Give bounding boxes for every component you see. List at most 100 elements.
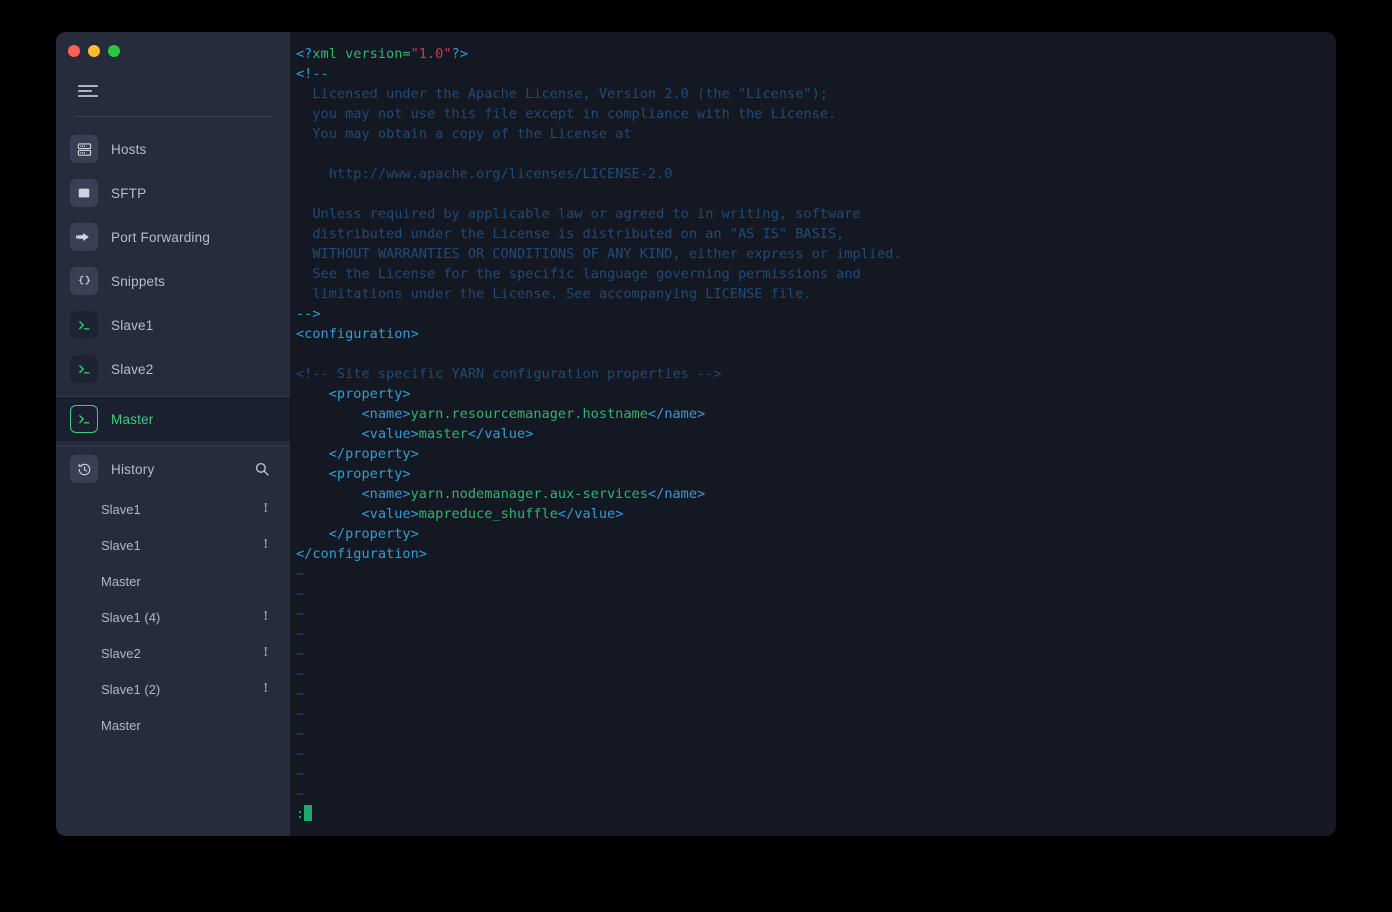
vim-empty-line-marker: ~ [294, 644, 1336, 664]
sidebar-item-label: Hosts [111, 141, 147, 157]
hamburger-menu-icon[interactable] [78, 84, 100, 98]
history-item-label: Slave1 (4) [101, 609, 161, 625]
terminal-line: </property> [294, 524, 1336, 544]
tilde-icon: ~ [296, 686, 305, 702]
status-badge: ! [263, 501, 268, 516]
code-token: </value> [557, 506, 624, 522]
maximize-window-button[interactable] [108, 45, 120, 57]
terminal-line: <name>yarn.nodemanager.aux-services</nam… [294, 484, 1336, 504]
vim-empty-line-marker: ~ [294, 624, 1336, 644]
terminal-line: --> [294, 304, 1336, 324]
code-token: http://www.apache.org/licenses/LICENSE-2… [296, 166, 673, 182]
code-token: --> [296, 306, 321, 322]
list-item[interactable]: Slave2 ! [56, 635, 290, 671]
sidebar-item-slave2[interactable]: Slave2 [56, 347, 290, 391]
list-item[interactable]: Slave1 (2) ! [56, 671, 290, 707]
menu-button-row [56, 70, 290, 112]
code-token: See the License for the specific languag… [296, 266, 861, 282]
tilde-icon: ~ [296, 646, 305, 662]
code-token: <value> [296, 506, 419, 522]
sidebar-item-label: Slave2 [111, 361, 154, 377]
terminal-line: Licensed under the Apache License, Versi… [294, 84, 1336, 104]
terminal-line: you may not use this file except in comp… [294, 104, 1336, 124]
sidebar-item-snippets[interactable]: Snippets [56, 259, 290, 303]
status-badge: ! [263, 537, 268, 552]
terminal-line: </property> [294, 444, 1336, 464]
vim-empty-line-marker: ~ [294, 684, 1336, 704]
history-list: Slave1 ! Slave1 ! Master Slave1 (4) ! Sl… [56, 491, 290, 743]
port-forward-icon [70, 223, 98, 251]
tilde-icon: ~ [296, 706, 305, 722]
history-item-label: Master [101, 717, 141, 733]
vim-empty-line-marker: ~ [294, 744, 1336, 764]
history-item-label: Slave1 [101, 537, 141, 553]
vim-command-line[interactable]: : [294, 804, 1336, 824]
vim-empty-line-marker: ~ [294, 604, 1336, 624]
code-token: yarn.resourcemanager.hostname [410, 406, 648, 422]
sidebar-item-port-forwarding[interactable]: Port Forwarding [56, 215, 290, 259]
status-badge: ! [263, 681, 268, 696]
list-item[interactable]: Master [56, 707, 290, 743]
terminal-line: http://www.apache.org/licenses/LICENSE-2… [294, 164, 1336, 184]
terminal-line: <!-- [294, 64, 1336, 84]
terminal-app-window: Hosts SFTP Port Forwarding Snippets Slav… [56, 32, 1336, 836]
code-token: <property> [296, 466, 411, 482]
folder-icon [70, 179, 98, 207]
terminal-line: See the License for the specific languag… [294, 264, 1336, 284]
history-item-label: Slave1 [101, 501, 141, 517]
code-token: distributed under the License is distrib… [296, 226, 845, 242]
list-item[interactable]: Slave1 ! [56, 527, 290, 563]
list-item[interactable]: Slave1 ! [56, 491, 290, 527]
sidebar-item-sftp[interactable]: SFTP [56, 171, 290, 215]
sidebar-item-master[interactable]: Master [56, 397, 290, 441]
vim-empty-line-marker: ~ [294, 584, 1336, 604]
minimize-window-button[interactable] [88, 45, 100, 57]
code-token: <name> [296, 406, 411, 422]
search-icon[interactable] [253, 461, 270, 478]
braces-icon [70, 267, 98, 295]
close-window-button[interactable] [68, 45, 80, 57]
terminal-line: <value>master</value> [294, 424, 1336, 444]
tilde-icon: ~ [296, 766, 305, 782]
sidebar-item-label: SFTP [111, 185, 147, 201]
code-token: <!-- [296, 66, 329, 82]
sidebar-item-hosts[interactable]: Hosts [56, 127, 290, 171]
terminal-icon [70, 355, 98, 383]
tilde-icon: ~ [296, 726, 305, 742]
code-token: xml version= [312, 46, 411, 62]
sidebar-item-label: Slave1 [111, 317, 154, 333]
code-token: <property> [296, 386, 411, 402]
code-token: <? [296, 46, 313, 62]
tilde-icon: ~ [296, 626, 305, 642]
terminal-line: </configuration> [294, 544, 1336, 564]
terminal-icon [70, 311, 98, 339]
sidebar-nav-list: Hosts SFTP Port Forwarding Snippets Slav… [56, 125, 290, 447]
text-cursor [304, 805, 313, 821]
code-token: WITHOUT WARRANTIES OR CONDITIONS OF ANY … [296, 246, 902, 262]
code-token: master [418, 426, 468, 442]
sidebar: Hosts SFTP Port Forwarding Snippets Slav… [56, 32, 290, 836]
terminal-line: <configuration> [294, 324, 1336, 344]
command-prompt-label: : [296, 806, 305, 822]
sidebar-item-slave1[interactable]: Slave1 [56, 303, 290, 347]
terminal-line: <value>mapreduce_shuffle</value> [294, 504, 1336, 524]
sidebar-divider [74, 116, 272, 117]
terminal-icon [70, 405, 98, 433]
history-section-header[interactable]: History [56, 447, 290, 491]
list-item[interactable]: Slave1 (4) ! [56, 599, 290, 635]
terminal-line: WITHOUT WARRANTIES OR CONDITIONS OF ANY … [294, 244, 1336, 264]
code-token: <value> [296, 426, 419, 442]
terminal-line: limitations under the License. See accom… [294, 284, 1336, 304]
history-icon [70, 455, 98, 483]
terminal-line: distributed under the License is distrib… [294, 224, 1336, 244]
vim-empty-line-marker: ~ [294, 724, 1336, 744]
terminal-line: <property> [294, 384, 1336, 404]
terminal-output-pane[interactable]: <?xml version="1.0"?> <!-- Licensed under… [290, 32, 1336, 836]
history-item-label: Slave1 (2) [101, 681, 161, 697]
code-token: limitations under the License. See accom… [296, 286, 812, 302]
list-item[interactable]: Master [56, 563, 290, 599]
code-token: <name> [296, 486, 411, 502]
